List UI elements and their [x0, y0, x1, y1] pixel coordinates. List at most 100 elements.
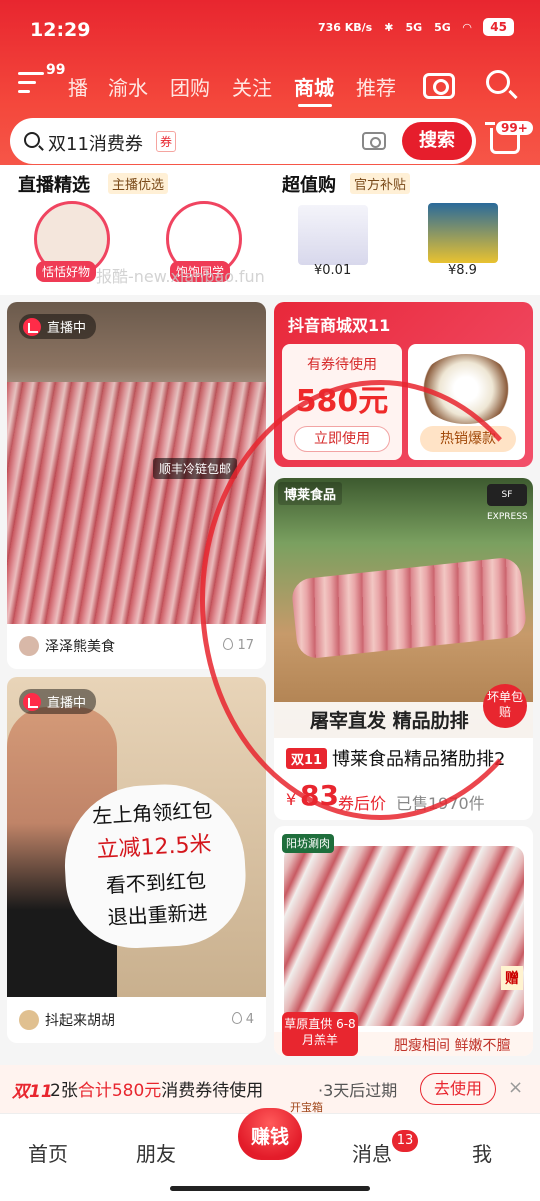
net-speed: 736 KB/s [317, 20, 373, 34]
avatar [19, 1010, 39, 1030]
tab-me[interactable]: 我 [472, 1138, 492, 1167]
camera-icon[interactable] [423, 73, 455, 99]
search-input[interactable]: 双11消费券 [48, 130, 143, 156]
live-icon [23, 317, 41, 336]
garlic-image [418, 354, 514, 424]
battery-icon: 45 [483, 18, 514, 36]
author-name-2: 抖起来胡胡 [45, 1013, 115, 1029]
coupon-amount: 580元 [295, 384, 389, 419]
live-badge-1: 直播中 [19, 314, 97, 339]
live-badge-2: 直播中 [19, 689, 97, 714]
featured-section: 直播精选 主播优选 恬恬好物 饱饱同学 超值购 官方补贴 ¥0.01 ¥8.9 [0, 165, 540, 295]
double11-promo-card[interactable]: 抖音商城双11 有券待使用 580元 立即使用 热销爆款 [274, 302, 533, 467]
tab-messages[interactable]: 消息 [352, 1138, 392, 1167]
compensation-sticker: 坏单包赔 [483, 684, 527, 728]
author-name-1: 泽泽熊美食 [45, 639, 115, 655]
coupon-reminder-banner[interactable]: 双11 2张合计580元消费券待使用 ·3天后过期 去使用 × 开宝箱 [0, 1065, 540, 1114]
live-icon [23, 692, 41, 711]
tab-follow[interactable]: 关注 [232, 72, 272, 101]
home-indicator [170, 1186, 370, 1191]
meat-display [7, 382, 266, 624]
noodle-price: ¥8.9 [448, 263, 477, 278]
tab-recommend[interactable]: 推荐 [356, 72, 396, 101]
double11-logo: 双11 [12, 1082, 53, 1102]
live-card-2-image[interactable]: 直播中 左上角领红包 立减12.5米 看不到红包 退出重新进 [7, 677, 266, 997]
hot-sale-button[interactable]: 热销爆款 [420, 426, 516, 452]
active-tab-indicator [298, 104, 332, 107]
coupon-label: 有券待使用 [307, 357, 377, 373]
go-use-button[interactable]: 去使用 [420, 1073, 496, 1105]
message-badge: 13 [392, 1130, 418, 1152]
price-currency: ¥ [286, 790, 297, 809]
sold-count: 已售1970件 [396, 794, 485, 813]
author-row-1: 泽泽熊美食 [19, 636, 115, 656]
tab-mall[interactable]: 商城 [294, 72, 334, 101]
tab-home[interactable]: 首页 [28, 1138, 68, 1167]
live-card-1-info[interactable]: 泽泽熊美食 17 [7, 624, 266, 669]
anchor-name-1: 恬恬好物 [36, 261, 97, 282]
product-2-slogan: 肥瘦相间 鲜嫩不膻 [394, 1038, 511, 1054]
value-buy-tag: 官方补贴 [350, 173, 411, 194]
likes-2: 4 [231, 1012, 254, 1027]
double11-tag: 双11 [286, 748, 328, 769]
header: 12:29 736 KB/s ✱ 5G 5G ◠ 45 99 播 渝水 团购 关… [0, 0, 540, 175]
product-2-caption: 草原直供 6-8月羔羊 肥瘦相间 鲜嫩不膻 [274, 1012, 533, 1056]
search-icon[interactable] [486, 70, 510, 94]
wifi-icon: ◠ [462, 20, 472, 34]
coupon-box[interactable]: 有券待使用 580元 立即使用 [282, 344, 402, 460]
brand-tag: 阳坊涮肉 [282, 834, 334, 853]
like-icon [223, 638, 234, 650]
tissue-price: ¥0.01 [314, 263, 352, 278]
menu-icon[interactable] [18, 72, 44, 96]
avatar [19, 636, 39, 656]
sf-express-logo: SF EXPRESS [487, 484, 528, 522]
status-time: 12:29 [30, 19, 91, 41]
status-icons: 736 KB/s ✱ 5G 5G ◠ 45 [318, 18, 514, 36]
author-row-2: 抖起来胡胡 [19, 1010, 115, 1030]
price-after-coupon-label: 券后价 [338, 794, 387, 813]
coupon-reminder-text: 2张合计580元消费券待使用 [50, 1081, 264, 1101]
likes-1: 17 [223, 638, 254, 653]
tab-yushui[interactable]: 渝水 [108, 72, 148, 101]
product-1-image[interactable]: 博莱食品 SF EXPRESS 屠宰直发 精品肋排 坏单包赔 [274, 478, 533, 738]
tab-group-buy[interactable]: 团购 [170, 72, 210, 101]
expire-text: ·3天后过期 [318, 1081, 398, 1100]
menu-badge: 99 [46, 62, 66, 78]
image-search-icon[interactable] [362, 132, 386, 150]
product-1-name: 博莱食品精品猪肋排2 [332, 749, 506, 770]
tab-friends[interactable]: 朋友 [136, 1138, 176, 1167]
tissue-product-image[interactable] [298, 205, 368, 265]
search-glass-icon [24, 132, 40, 148]
cart-badge: 99+ [496, 121, 533, 135]
use-now-button[interactable]: 立即使用 [294, 426, 390, 452]
value-buy-title[interactable]: 超值购 [282, 171, 336, 197]
live-card-1-image[interactable]: 直播中 顺丰冷链包邮 [7, 302, 266, 624]
bluetooth-icon: ✱ [384, 20, 394, 34]
pork-ribs-image [290, 556, 528, 660]
live-pick-tag: 主播优选 [108, 173, 169, 194]
watermark: 报酷-new.xianbao.fun [96, 267, 265, 286]
signal-5g-2: 5G [434, 20, 451, 34]
signal-5g-1: 5G [405, 20, 423, 34]
product-2-image[interactable]: 阳坊涮肉 赠 草原直供 6-8月羔羊 肥瘦相间 鲜嫩不膻 [274, 826, 533, 1056]
tab-earn-money[interactable]: 赚钱 [238, 1108, 302, 1160]
close-icon[interactable]: × [508, 1077, 523, 1098]
origin-badge: 草原直供 6-8月羔羊 [282, 1012, 358, 1056]
tab-live[interactable]: 播 [68, 72, 88, 101]
brand-logo: 博莱食品 [278, 482, 343, 505]
live-pick-title[interactable]: 直播精选 [18, 171, 90, 197]
gift-badge: 赠 [501, 966, 523, 990]
red-packet-sign: 左上角领红包 立减12.5米 看不到红包 退出重新进 [60, 780, 250, 952]
sf-cold-chain-sticker: 顺丰冷链包邮 [153, 458, 238, 479]
live-card-2-info[interactable]: 抖起来胡胡 4 [7, 997, 266, 1043]
search-bar[interactable]: 双11消费券 券 搜索 [10, 118, 476, 164]
product-1-info[interactable]: 双11 博莱食品精品猪肋排2 ¥ 83 券后价 已售1970件 [274, 738, 533, 820]
status-bar: 12:29 736 KB/s ✱ 5G 5G ◠ 45 [0, 0, 540, 60]
noodle-product-image[interactable] [428, 203, 498, 263]
top-nav: 99 播 渝水 团购 关注 商城 推荐 [0, 60, 540, 115]
hot-sale-box[interactable]: 热销爆款 [408, 344, 525, 460]
search-button[interactable]: 搜索 [402, 122, 472, 160]
like-icon [231, 1012, 242, 1024]
promo-title: 抖音商城双11 [288, 316, 391, 335]
lamb-ribs-image [284, 846, 524, 1026]
